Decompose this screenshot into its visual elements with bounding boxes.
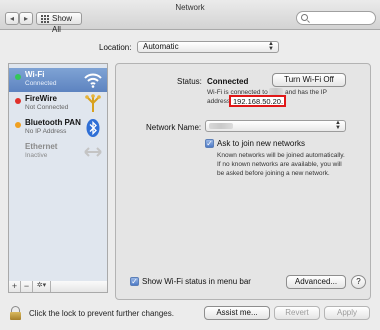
assist-me-button[interactable]: Assist me... <box>204 306 270 320</box>
lock-text: Click the lock to prevent further change… <box>29 309 174 318</box>
location-value: Automatic <box>143 42 179 51</box>
network-preferences-window: Network ◂ ▸ Show All Location: Automatic… <box>0 0 380 330</box>
turn-wifi-off-button[interactable]: Turn Wi-Fi Off <box>272 73 346 87</box>
service-name: FireWire <box>25 94 57 103</box>
wifi-icon <box>84 73 102 88</box>
ask-to-join-desc-line: be asked before joining a new network. <box>217 170 330 177</box>
updown-arrows-icon: ▲ ▼ <box>268 41 274 52</box>
checkmark-icon: ✓ <box>206 139 213 148</box>
location-select[interactable]: Automatic ▲ ▼ <box>137 41 279 53</box>
service-list-controls: + − ✲▾ <box>8 281 108 293</box>
apply-button[interactable]: Apply <box>324 306 370 320</box>
revert-button[interactable]: Revert <box>274 306 320 320</box>
status-value: Connected <box>207 77 249 86</box>
redacted-network-name <box>269 88 283 95</box>
ip-address: 192.168.50.20. <box>233 97 284 106</box>
lock-icon[interactable] <box>10 306 22 320</box>
service-item-firewire[interactable]: FireWire Not Connected <box>9 92 107 116</box>
service-list: Wi-Fi Connected FireWire Not Connected B… <box>8 63 108 283</box>
status-label: Status: <box>177 77 202 86</box>
remove-service-button[interactable]: − <box>21 281 33 292</box>
forward-button[interactable]: ▸ <box>19 12 33 25</box>
back-button[interactable]: ◂ <box>5 12 19 25</box>
firewire-icon <box>85 94 101 112</box>
status-dot-green <box>15 74 21 80</box>
help-button[interactable]: ? <box>351 275 366 289</box>
service-name: Bluetooth PAN <box>25 118 81 127</box>
bluetooth-icon <box>86 119 100 137</box>
status-dot-red <box>15 98 21 104</box>
service-item-ethernet[interactable]: Ethernet Inactive <box>9 140 107 164</box>
redacted-network-name <box>209 123 233 129</box>
status-description-part3: address <box>207 98 231 105</box>
grid-icon <box>41 15 49 23</box>
chevron-right-icon: ▸ <box>23 14 28 23</box>
ask-to-join-label: Ask to join new networks <box>217 139 306 148</box>
toolbar: Network ◂ ▸ Show All <box>0 0 380 34</box>
action-menu-button[interactable]: ✲▾ <box>33 281 51 292</box>
service-status: Inactive <box>25 152 48 159</box>
advanced-button[interactable]: Advanced... <box>286 275 346 289</box>
network-name-select[interactable]: ▲ ▼ <box>205 120 346 132</box>
service-name: Ethernet <box>25 142 58 151</box>
ask-to-join-checkbox[interactable]: ✓ <box>205 139 214 148</box>
checkmark-icon: ✓ <box>131 277 138 286</box>
location-label: Location: <box>99 43 132 52</box>
add-service-button[interactable]: + <box>9 281 21 292</box>
status-dot-orange <box>15 122 21 128</box>
show-all-label: Show All <box>52 14 73 34</box>
show-all-button[interactable]: Show All <box>36 12 82 34</box>
ask-to-join-desc-line: Known networks will be joined automatica… <box>217 152 345 159</box>
service-status: Connected <box>25 80 57 87</box>
service-item-wifi[interactable]: Wi-Fi Connected <box>9 68 107 92</box>
show-wifi-status-label: Show Wi-Fi status in menu bar <box>142 277 251 286</box>
status-description-part2: and has the IP <box>285 89 327 96</box>
network-name-label: Network Name: <box>146 123 202 132</box>
service-status: Not Connected <box>25 104 69 111</box>
ip-address-highlight: 192.168.50.20. <box>229 95 286 107</box>
search-field[interactable] <box>296 11 376 25</box>
chevron-left-icon: ◂ <box>9 14 14 23</box>
service-status: No IP Address <box>25 128 67 135</box>
service-item-bluetooth-pan[interactable]: Bluetooth PAN No IP Address <box>9 116 107 140</box>
show-wifi-status-checkbox[interactable]: ✓ <box>130 277 139 286</box>
ethernet-icon <box>84 147 102 157</box>
search-icon <box>301 14 308 21</box>
ask-to-join-desc-line: If no known networks are available, you … <box>217 161 342 168</box>
updown-arrows-icon: ▲ ▼ <box>335 120 341 131</box>
service-name: Wi-Fi <box>25 70 45 79</box>
